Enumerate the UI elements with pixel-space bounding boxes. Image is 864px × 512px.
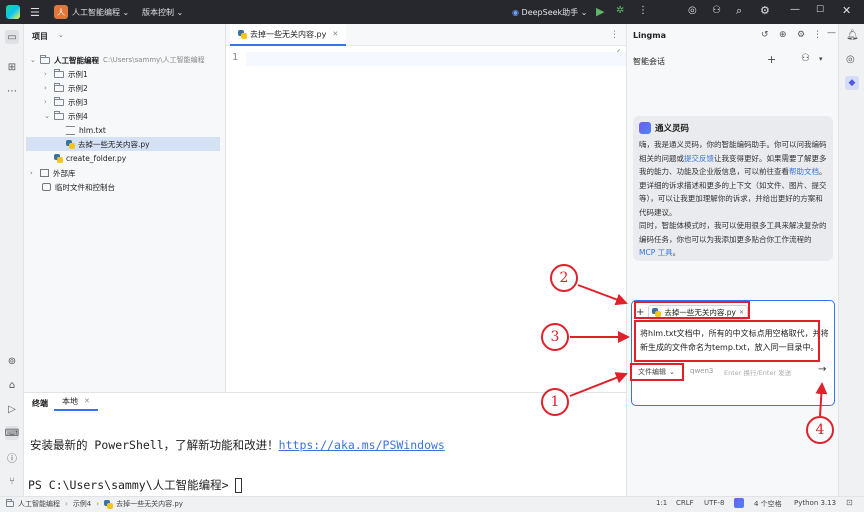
callout-1: 1 bbox=[541, 388, 569, 416]
callout-4: 4 bbox=[806, 416, 834, 444]
annotation-arrows bbox=[569, 284, 828, 417]
arrow-2 bbox=[577, 284, 628, 306]
callout-2: 2 bbox=[550, 264, 578, 292]
arrow-1 bbox=[569, 372, 628, 397]
callout-3: 3 bbox=[541, 323, 569, 351]
arrow-4 bbox=[815, 382, 828, 417]
